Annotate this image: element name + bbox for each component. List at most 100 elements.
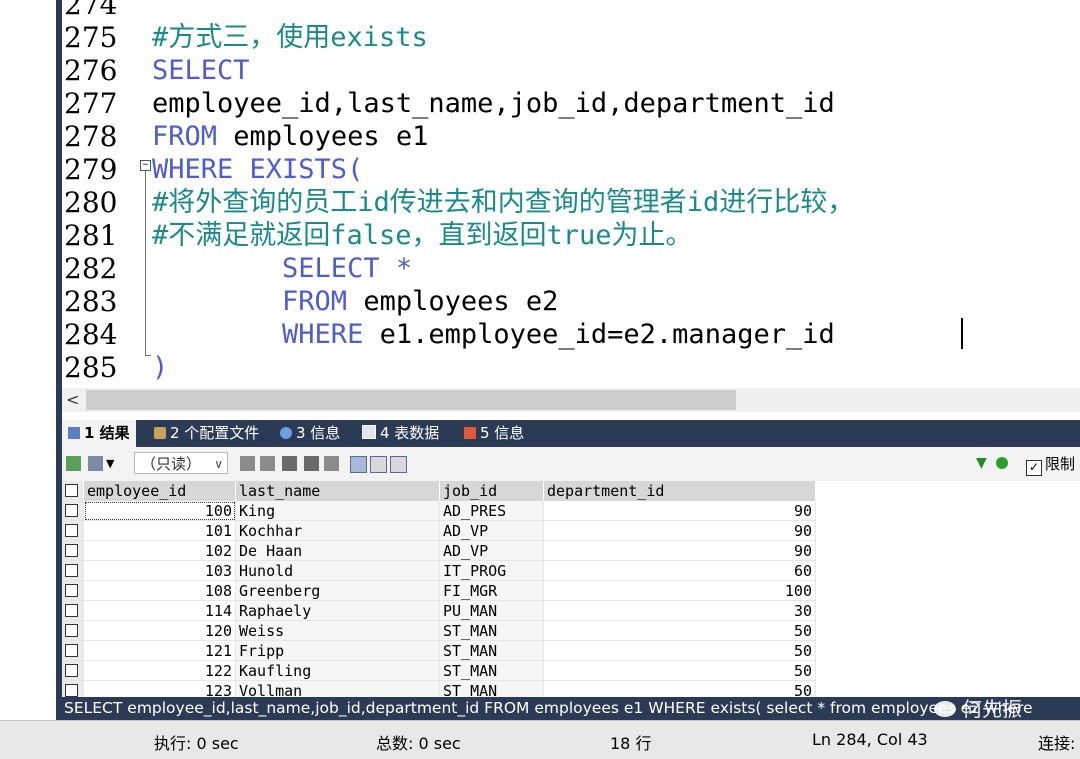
delete-icon[interactable]	[304, 456, 319, 471]
table-cell[interactable]: ST_MAN	[439, 680, 544, 697]
limit-rows-toggle[interactable]: ✓ 限制	[1026, 453, 1075, 476]
table-cell[interactable]: 120	[83, 620, 236, 641]
table-cell[interactable]: 90	[543, 501, 816, 521]
row-checkbox[interactable]	[62, 620, 84, 641]
save-icon[interactable]	[282, 456, 297, 471]
tab-info[interactable]: 5 信息	[458, 420, 530, 447]
status-cursor-position: Ln 284, Col 43	[812, 730, 928, 749]
readonly-select[interactable]: （只读） ∨	[134, 452, 228, 474]
text-view-icon[interactable]	[390, 456, 407, 473]
row-checkbox[interactable]	[62, 640, 84, 661]
view-mode-icon[interactable]	[88, 456, 103, 471]
result-grid[interactable]: employee_id last_name job_id department_id …	[62, 481, 1080, 697]
table-cell[interactable]: 50	[543, 660, 816, 681]
code-text: WHERE EXISTS(	[152, 153, 363, 186]
table-cell[interactable]: AD_VP	[439, 520, 544, 541]
table-cell[interactable]: AD_PRES	[439, 501, 544, 521]
table-cell[interactable]: 108	[83, 580, 236, 601]
table-row[interactable]: 122 Kaufling ST_MAN 50	[62, 660, 816, 681]
filter-icon[interactable]: ▼	[976, 456, 991, 471]
row-checkbox[interactable]	[62, 540, 84, 561]
tab-messages[interactable]: 3 信息	[274, 420, 346, 447]
table-cell[interactable]: ST_MAN	[439, 660, 544, 681]
table-cell[interactable]: 103	[83, 560, 236, 581]
table-cell[interactable]: 123	[83, 680, 236, 697]
table-row[interactable]: 102 De Haan AD_VP 90	[62, 540, 816, 561]
table-cell[interactable]: IT_PROG	[439, 560, 544, 581]
table-cell[interactable]: FI_MGR	[439, 580, 544, 601]
grid-view-icon[interactable]	[350, 456, 367, 473]
table-row[interactable]: 100 King AD_PRES 90	[62, 501, 816, 521]
export-icon[interactable]	[66, 456, 81, 471]
row-checkbox[interactable]	[62, 660, 84, 681]
table-cell[interactable]: 50	[543, 640, 816, 661]
table-cell[interactable]: 102	[83, 540, 236, 561]
table-cell[interactable]: 100	[83, 501, 236, 521]
table-cell[interactable]: 90	[543, 540, 816, 561]
line-number: 284	[64, 318, 118, 351]
table-cell[interactable]: 122	[83, 660, 236, 681]
table-row[interactable]: 114 Raphaely PU_MAN 30	[62, 600, 816, 621]
scroll-left-icon[interactable]: <	[66, 390, 79, 409]
row-checkbox[interactable]	[62, 580, 84, 601]
table-row[interactable]: 120 Weiss ST_MAN 50	[62, 620, 816, 641]
table-cell[interactable]: 50	[543, 680, 816, 697]
table-cell[interactable]: Greenberg	[235, 580, 440, 601]
table-cell[interactable]: ST_MAN	[439, 640, 544, 661]
row-checkbox[interactable]	[62, 560, 84, 581]
cancel-icon[interactable]	[324, 456, 339, 471]
table-cell[interactable]: AD_VP	[439, 540, 544, 561]
column-header[interactable]: employee_id	[83, 481, 236, 501]
table-cell[interactable]: 50	[543, 620, 816, 641]
table-cell[interactable]: ST_MAN	[439, 620, 544, 641]
table-cell[interactable]: De Haan	[235, 540, 440, 561]
table-cell[interactable]: PU_MAN	[439, 600, 544, 621]
table-row[interactable]: 108 Greenberg FI_MGR 100	[62, 580, 816, 601]
table-cell[interactable]: Raphaely	[235, 600, 440, 621]
table-cell[interactable]: 100	[543, 580, 816, 601]
tab-profiles[interactable]: 2 个配置文件	[148, 420, 265, 447]
column-header[interactable]: job_id	[439, 481, 544, 501]
scrollbar-thumb[interactable]	[86, 390, 736, 410]
tab-results[interactable]: 1 结果	[62, 420, 136, 447]
form-view-icon[interactable]	[370, 456, 387, 473]
table-cell[interactable]: Hunold	[235, 560, 440, 581]
select-all-checkbox[interactable]	[62, 481, 84, 501]
table-cell[interactable]: Fripp	[235, 640, 440, 661]
line-number: 277	[64, 87, 118, 120]
tab-tabledata[interactable]: 4 表数据	[356, 420, 445, 447]
info-icon	[280, 427, 292, 439]
table-row[interactable]: 121 Fripp ST_MAN 50	[62, 640, 816, 661]
copy-row-icon[interactable]	[240, 456, 255, 471]
editor-horizontal-scrollbar[interactable]: <	[62, 388, 1080, 412]
table-row[interactable]: 103 Hunold IT_PROG 60	[62, 560, 816, 581]
sql-keyword: WHERE	[152, 319, 364, 350]
table-row[interactable]: 123 Vollman ST_MAN 50	[62, 680, 816, 697]
table-cell[interactable]: Vollman	[235, 680, 440, 697]
dropdown-arrow-icon[interactable]: ▼	[106, 456, 116, 471]
paste-row-icon[interactable]	[260, 456, 275, 471]
column-header[interactable]: last_name	[235, 481, 440, 501]
column-header[interactable]: department_id	[543, 481, 816, 501]
table-cell[interactable]: 101	[83, 520, 236, 541]
table-cell[interactable]: 90	[543, 520, 816, 541]
table-cell[interactable]: 30	[543, 600, 816, 621]
table-cell[interactable]: 60	[543, 560, 816, 581]
table-cell[interactable]: King	[235, 501, 440, 521]
code-line: 284 WHERE e1.employee_id=e2.manager_id	[62, 318, 1080, 351]
refresh-icon[interactable]	[996, 457, 1008, 469]
table-cell[interactable]: Kaufling	[235, 660, 440, 681]
sql-text: employee_id,last_name,job_id,department_…	[152, 88, 835, 119]
table-cell[interactable]: 114	[83, 600, 236, 621]
table-cell[interactable]: 121	[83, 640, 236, 661]
row-checkbox[interactable]	[62, 680, 84, 697]
limit-checkbox[interactable]: ✓	[1026, 460, 1042, 476]
row-checkbox[interactable]	[62, 600, 84, 621]
line-number: 276	[64, 54, 118, 87]
row-checkbox[interactable]	[62, 520, 84, 541]
sql-editor[interactable]: − 274 275 #方式三，使用exists 276 SELECT 277 employe…	[62, 0, 1080, 388]
table-cell[interactable]: Weiss	[235, 620, 440, 641]
row-checkbox[interactable]	[62, 501, 84, 521]
table-row[interactable]: 101 Kochhar AD_VP 90	[62, 520, 816, 541]
table-cell[interactable]: Kochhar	[235, 520, 440, 541]
